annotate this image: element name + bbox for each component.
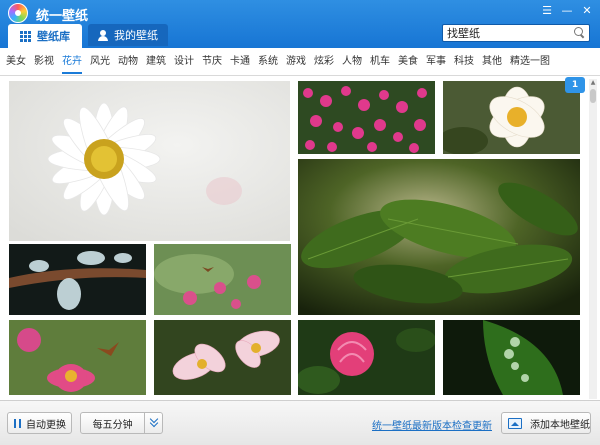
add-local-label: 添加本地壁纸 — [530, 419, 590, 431]
category-item[interactable]: 科技 — [454, 48, 474, 76]
category-item[interactable]: 风光 — [90, 48, 110, 76]
category-item[interactable]: 美食 — [398, 48, 418, 76]
thumbnail-water-drops[interactable] — [9, 244, 146, 315]
category-item[interactable]: 系统 — [258, 48, 278, 76]
app-title: 统一壁纸 — [36, 9, 89, 24]
thumbnail-white-peony[interactable] — [443, 81, 580, 154]
interval-label: 每五分钟 — [92, 419, 133, 431]
add-local-wallpaper-button[interactable]: 添加本地壁纸 — [501, 412, 591, 434]
tab-my-wallpapers[interactable]: 我的壁纸 — [88, 24, 168, 46]
tab-label: 我的壁纸 — [114, 29, 158, 42]
category-item[interactable]: 节庆 — [202, 48, 222, 76]
thumbnail-peony-bud[interactable] — [298, 320, 435, 395]
update-check-link[interactable]: 统一壁纸最新版本检查更新 — [372, 417, 492, 432]
menu-icon[interactable]: ☰ — [538, 3, 556, 19]
minimize-icon[interactable]: — — [558, 3, 576, 19]
gallery-scrollbar[interactable]: ▲ — [589, 79, 597, 399]
page-badge: 1 — [565, 77, 585, 93]
scroll-thumb[interactable] — [590, 89, 596, 103]
category-item[interactable]: 建筑 — [146, 48, 166, 76]
title-bar: 统一壁纸 ☰ — ✕ 壁纸库 我的壁纸 — [0, 0, 600, 48]
double-chevron-down-icon — [150, 417, 157, 427]
search-input[interactable] — [447, 26, 567, 40]
thumbnail-pink-zinnia[interactable] — [9, 320, 146, 395]
category-item[interactable]: 游戏 — [286, 48, 306, 76]
interval-dropdown-button[interactable] — [144, 413, 162, 433]
wallpaper-gallery — [0, 77, 600, 400]
picture-icon — [508, 417, 522, 429]
tab-wallpaper-library[interactable]: 壁纸库 — [8, 24, 82, 48]
user-icon — [98, 29, 108, 41]
category-item[interactable]: 炫彩 — [314, 48, 334, 76]
category-item[interactable]: 机车 — [370, 48, 390, 76]
auto-change-button[interactable]: 自动更换 — [7, 412, 72, 434]
category-item[interactable]: 其他 — [482, 48, 502, 76]
category-item[interactable]: 花卉 — [62, 48, 82, 76]
category-list: 美女 影视 花卉 风光 动物 建筑 设计 节庆 卡通 系统 游戏 炫彩 人物 机车 美食 军事 科技 其他 精选一图 — [6, 48, 550, 76]
tab-label: 壁纸库 — [37, 30, 70, 43]
search-icon[interactable] — [574, 27, 585, 38]
pause-icon — [14, 418, 21, 428]
app-logo-icon — [8, 3, 28, 23]
category-item[interactable]: 卡通 — [230, 48, 250, 76]
category-item[interactable]: 美女 — [6, 48, 26, 76]
thumbnail-white-daisy[interactable] — [9, 81, 290, 241]
thumbnail-lilies[interactable] — [154, 320, 291, 395]
category-item[interactable]: 人物 — [342, 48, 362, 76]
category-bar: 美女 影视 花卉 风光 动物 建筑 设计 节庆 卡通 系统 游戏 炫彩 人物 机车 美食 军事 科技 其他 精选一图 — [0, 48, 600, 76]
scroll-up-icon[interactable]: ▲ — [589, 79, 597, 87]
grid-icon — [20, 30, 31, 42]
search-box — [442, 24, 590, 42]
bottom-bar: 自动更换 每五分钟 统一壁纸最新版本检查更新 添加本地壁纸 — [0, 400, 600, 445]
thumbnail-pink-flowers-butterfly[interactable] — [154, 244, 291, 315]
category-item[interactable]: 动物 — [118, 48, 138, 76]
interval-select[interactable]: 每五分钟 — [80, 412, 163, 434]
category-item[interactable]: 精选一图 — [510, 48, 550, 76]
category-item[interactable]: 设计 — [174, 48, 194, 76]
category-item[interactable]: 军事 — [426, 48, 446, 76]
auto-change-label: 自动更换 — [26, 419, 66, 431]
category-item[interactable]: 影视 — [34, 48, 54, 76]
close-icon[interactable]: ✕ — [578, 3, 596, 19]
thumbnail-dew-leaf[interactable] — [443, 320, 580, 395]
thumbnail-green-leaves[interactable] — [298, 159, 580, 315]
thumbnail-pink-flower-field[interactable] — [298, 81, 435, 154]
